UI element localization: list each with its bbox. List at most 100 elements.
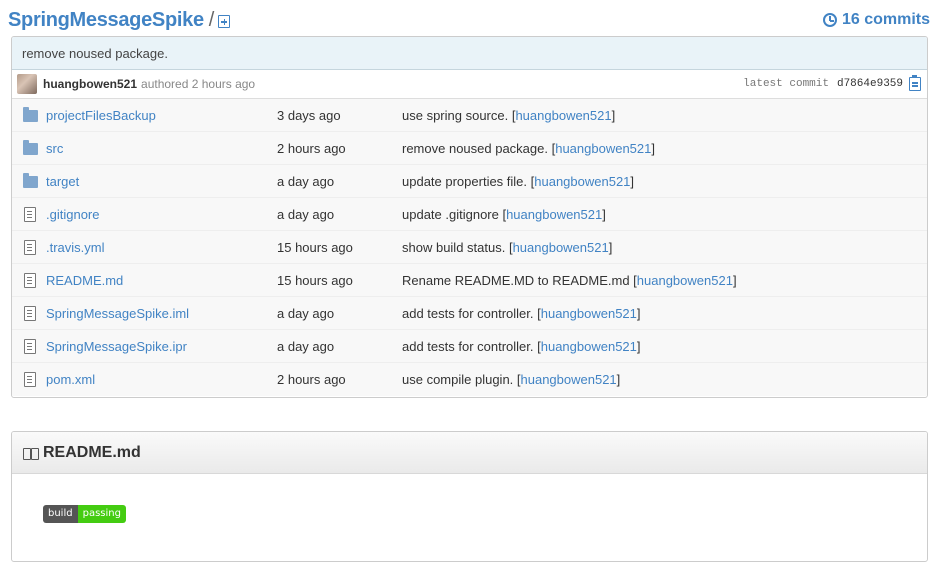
file-commit-author-link[interactable]: huangbowen521	[521, 372, 617, 387]
file-commit-message: use spring source. [huangbowen521]	[402, 108, 615, 123]
file-commit-bracket: ]	[636, 305, 641, 321]
commit-sha[interactable]: d7864e9359	[837, 78, 903, 90]
folder-icon	[23, 173, 38, 188]
file-commit-message: remove noused package. [huangbowen521]	[402, 141, 655, 156]
file-name-link[interactable]: README.md	[46, 273, 123, 288]
file-row: .travis.yml 15 hours ago show build status…	[12, 231, 927, 264]
file-age: 3 days ago	[277, 107, 341, 123]
badge-label: build	[43, 505, 78, 523]
file-age: a day ago	[277, 305, 335, 321]
file-commit-author-link[interactable]: huangbowen521	[515, 108, 611, 123]
file-row: projectFilesBackup 3 days ago use spring s…	[12, 99, 927, 132]
file-row: pom.xml 2 hours ago use compile plugin. [h…	[12, 363, 927, 396]
history-icon	[822, 13, 837, 27]
folder-icon	[23, 107, 38, 122]
file-name-link[interactable]: SpringMessageSpike.iml	[46, 306, 189, 321]
file-commit-text[interactable]: update .gitignore [	[402, 207, 506, 222]
file-icon	[24, 338, 36, 354]
file-age: 15 hours ago	[277, 239, 353, 255]
badge-status: passing	[77, 505, 126, 523]
file-commit-author-link[interactable]: huangbowen521	[506, 207, 602, 222]
file-commit-bracket: ]	[732, 272, 737, 288]
file-commit-bracket: ]	[611, 107, 616, 123]
file-commit-bracket: ]	[616, 372, 621, 387]
file-name-link[interactable]: target	[46, 174, 79, 189]
readme-header: README.md	[12, 432, 927, 474]
file-icon-wrap	[23, 173, 39, 189]
file-commit-text[interactable]: show build status. [	[402, 240, 513, 255]
readme-box: README.md build passing	[11, 431, 928, 562]
file-icon	[24, 372, 36, 387]
file-commit-bracket: ]	[636, 338, 641, 354]
latest-commit-info: latest commit d7864e9359	[743, 75, 921, 91]
file-commit-bracket: ]	[651, 140, 655, 156]
file-commit-text[interactable]: use spring source. [	[402, 108, 515, 123]
file-name-link[interactable]: pom.xml	[46, 372, 95, 387]
file-icon-wrap	[23, 107, 39, 123]
file-commit-author-link[interactable]: huangbowen521	[555, 141, 651, 156]
file-commit-author-link[interactable]: huangbowen521	[637, 273, 733, 288]
file-commit-text[interactable]: add tests for controller. [	[402, 306, 541, 321]
file-name-link[interactable]: src	[46, 141, 63, 156]
file-row: .gitignore a day ago update .gitignore [hu…	[12, 198, 927, 231]
file-commit-text[interactable]: Rename README.MD to README.md [	[402, 273, 637, 288]
file-commit-bracket: ]	[602, 206, 606, 222]
commit-author[interactable]: huangbowen521	[43, 77, 137, 91]
file-commit-author-link[interactable]: huangbowen521	[534, 174, 630, 189]
file-icon-wrap	[23, 272, 39, 288]
file-name-link[interactable]: .gitignore	[46, 207, 99, 222]
file-name-link[interactable]: .travis.yml	[46, 240, 105, 255]
file-age: a day ago	[277, 173, 335, 189]
repo-name-link[interactable]: SpringMessageSpike	[8, 9, 204, 32]
file-commit-message: add tests for controller. [huangbowen521…	[402, 306, 641, 321]
file-commit-message: update .gitignore [huangbowen521]	[402, 207, 606, 222]
file-commit-text[interactable]: add tests for controller. [	[402, 339, 541, 354]
file-icon	[24, 206, 36, 222]
file-name-link[interactable]: projectFilesBackup	[46, 108, 156, 123]
file-row: README.md 15 hours ago Rename README.MD to…	[12, 264, 927, 297]
file-commit-text[interactable]: remove noused package. [	[402, 141, 555, 156]
file-icon	[24, 239, 36, 255]
repo-header: SpringMessageSpike / 16 commits	[8, 6, 930, 34]
file-row: src 2 hours ago remove noused package. [hu…	[12, 132, 927, 165]
latest-commit-label: latest commit	[743, 78, 829, 90]
file-name-link[interactable]: SpringMessageSpike.ipr	[46, 339, 187, 354]
repo-title: SpringMessageSpike /	[8, 8, 231, 32]
new-file-icon[interactable]	[218, 15, 231, 28]
file-icon	[24, 272, 36, 288]
file-commit-message: use compile plugin. [huangbowen521]	[402, 372, 620, 387]
file-commit-author-link[interactable]: huangbowen521	[541, 339, 637, 354]
file-row: target a day ago update properties file. […	[12, 165, 927, 198]
file-list: projectFilesBackup 3 days ago use spring s…	[12, 99, 927, 396]
book-icon	[23, 447, 39, 460]
file-row: SpringMessageSpike.iml a day ago add tests…	[12, 297, 927, 330]
readme-title: README.md	[43, 443, 141, 461]
path-separator: /	[208, 8, 215, 31]
file-commit-text[interactable]: update properties file. [	[402, 174, 534, 189]
avatar[interactable]	[17, 74, 37, 94]
file-commit-author-link[interactable]: huangbowen521	[513, 240, 609, 255]
clipboard-icon[interactable]	[909, 75, 921, 91]
file-icon-wrap	[23, 338, 39, 354]
commits-count: 16 commits	[841, 11, 930, 28]
file-age: 2 hours ago	[277, 140, 346, 156]
file-commit-text[interactable]: use compile plugin. [	[402, 372, 521, 387]
file-icon	[24, 305, 36, 321]
file-age: a day ago	[277, 338, 335, 354]
file-icon-wrap	[23, 239, 39, 255]
commit-authored-time: authored 2 hours ago	[141, 77, 256, 91]
folder-icon	[23, 140, 38, 155]
latest-commit-meta: huangbowen521 authored 2 hours ago lates…	[12, 70, 927, 99]
file-age: a day ago	[277, 206, 335, 222]
file-icon-wrap	[23, 305, 39, 321]
file-icon-wrap	[23, 140, 39, 156]
file-icon-wrap	[23, 372, 39, 388]
file-icon-wrap	[23, 206, 39, 222]
file-age: 2 hours ago	[277, 372, 346, 387]
file-age: 15 hours ago	[277, 272, 353, 288]
file-commit-author-link[interactable]: huangbowen521	[541, 306, 637, 321]
build-status-badge[interactable]: build passing	[43, 505, 126, 523]
file-commit-message: update properties file. [huangbowen521]	[402, 174, 634, 189]
file-row: SpringMessageSpike.ipr a day ago add tests…	[12, 330, 927, 363]
commits-link[interactable]: 16 commits	[822, 11, 930, 29]
